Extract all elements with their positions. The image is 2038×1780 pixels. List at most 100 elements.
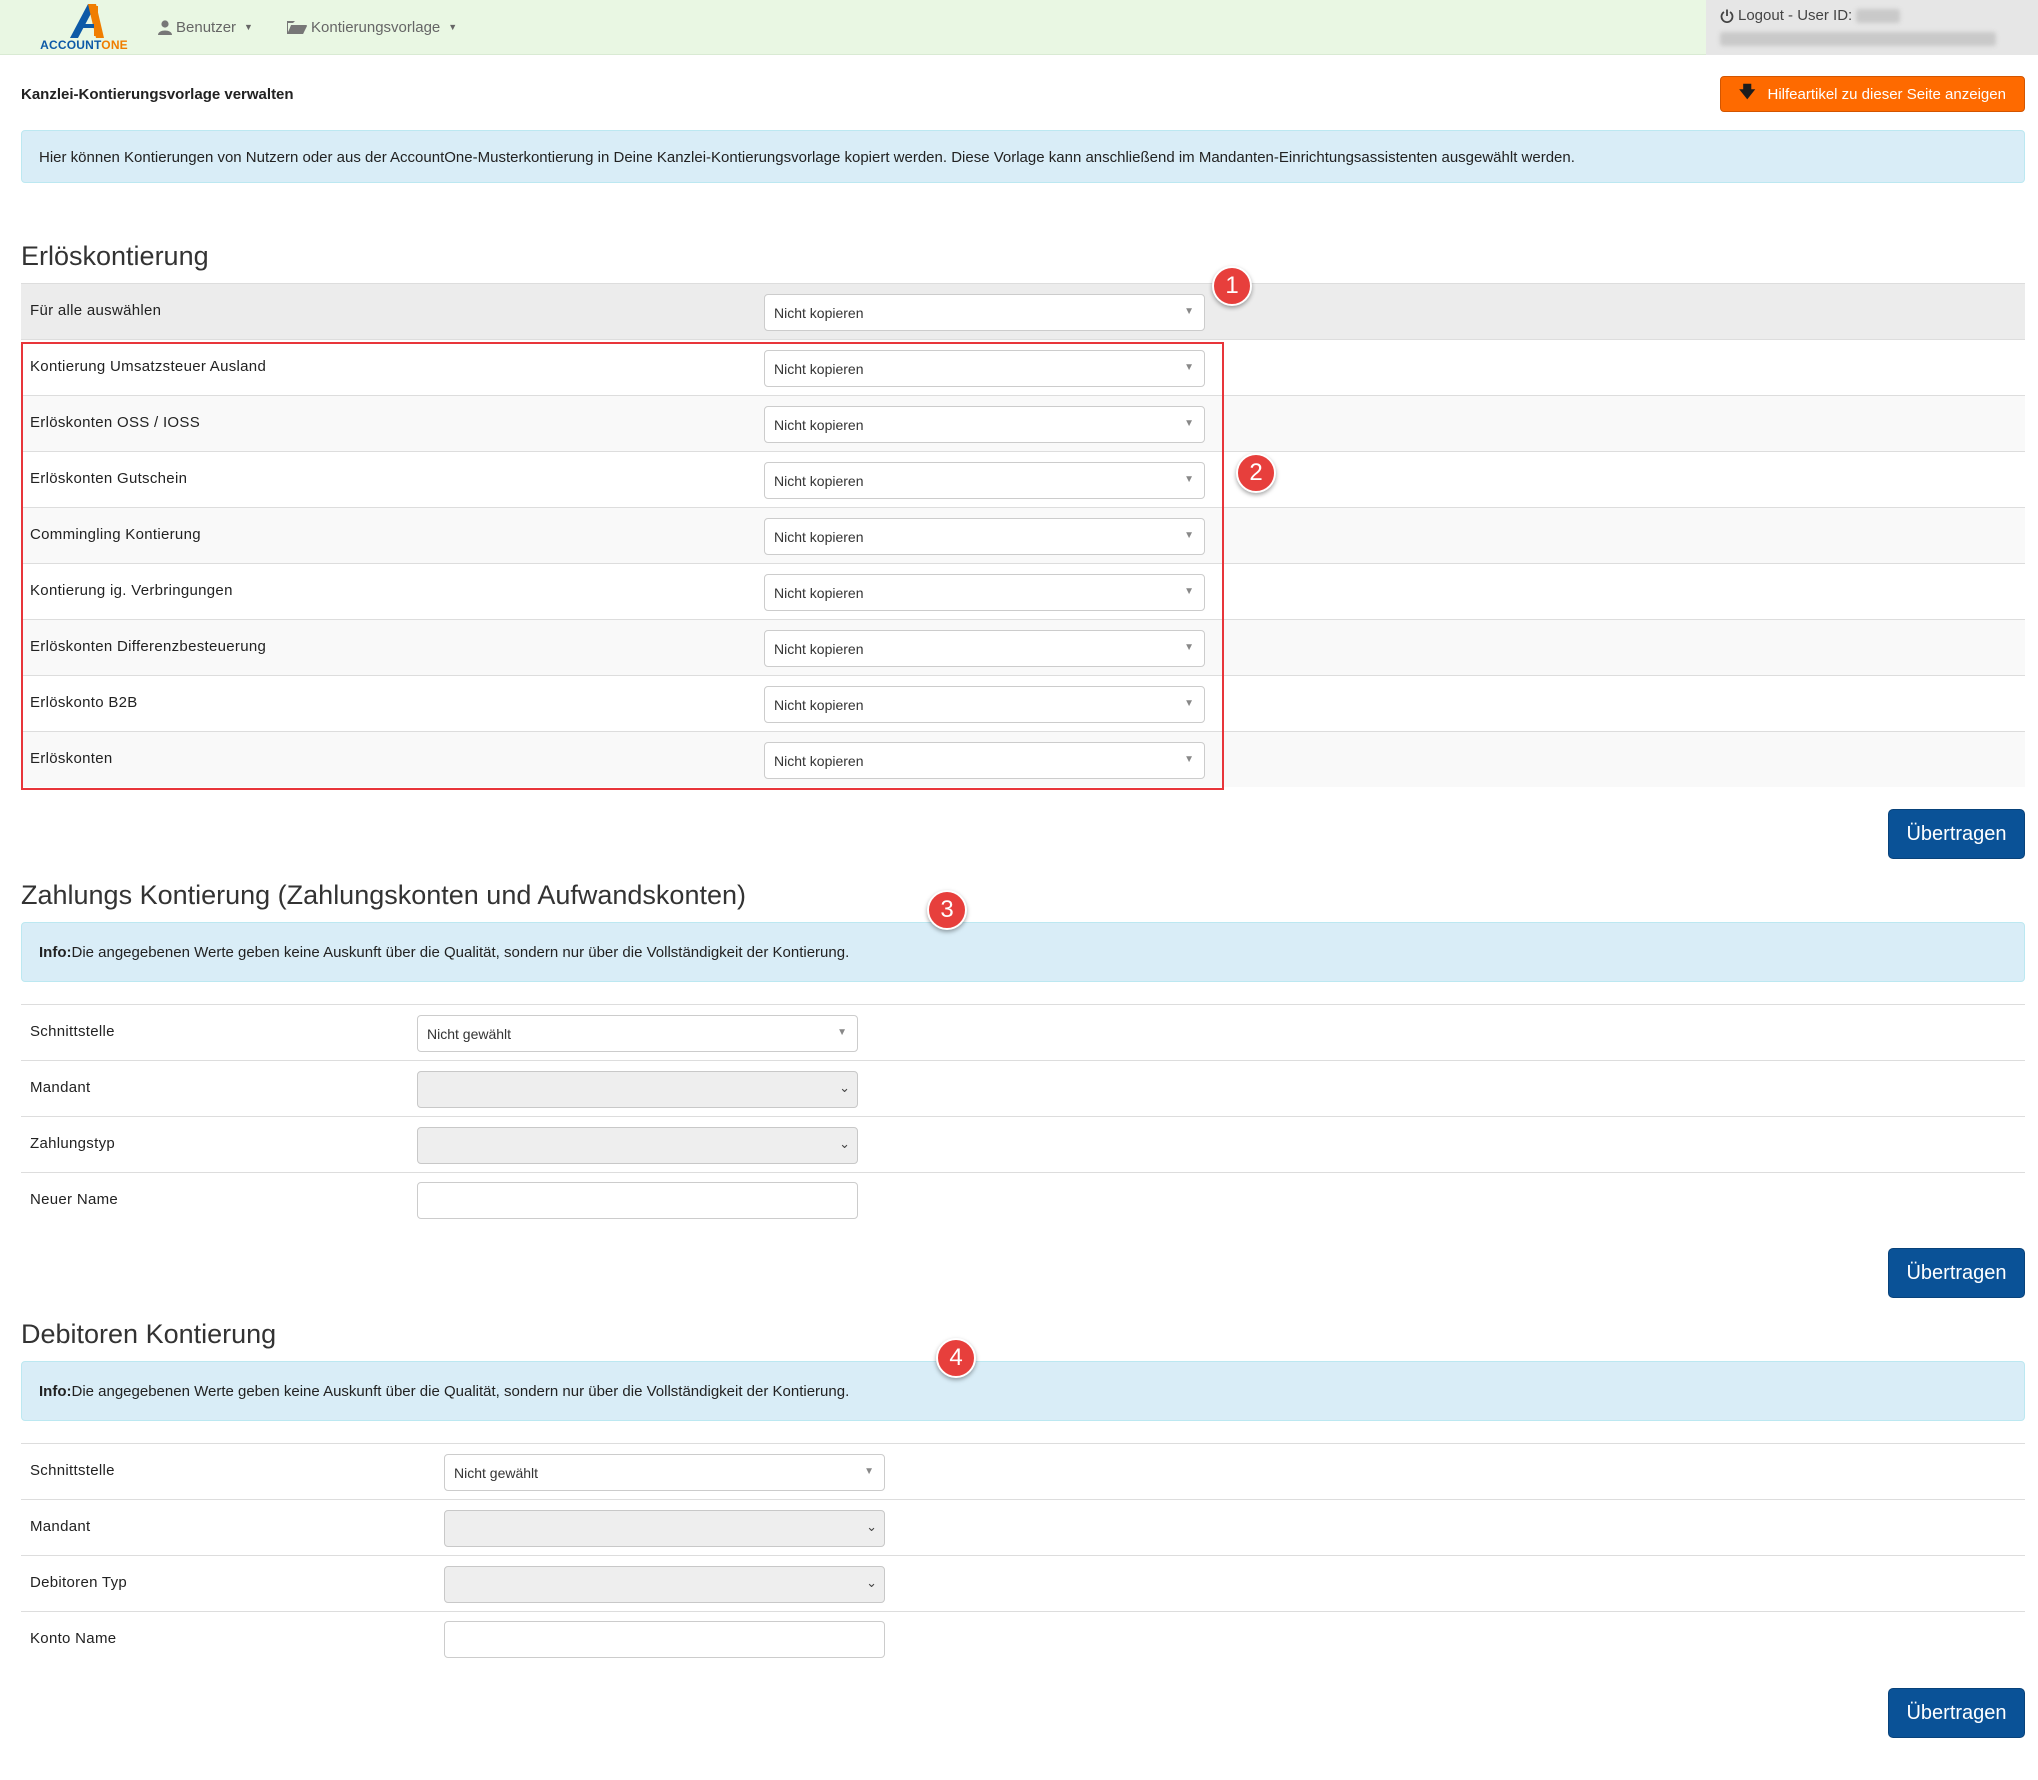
select-all-label: Für alle auswählen [30, 302, 162, 319]
page-title: Kanzlei-Kontierungsvorlage verwalten [21, 86, 294, 103]
user-panel: Logout - User ID: [1706, 0, 2038, 55]
debitoren-konto-name-label: Konto Name [30, 1630, 117, 1647]
accountone-logo[interactable]: ACCOUNTONE [36, 4, 132, 52]
zahlung-schnittstelle-dropdown[interactable]: Nicht gewählt ▼ [417, 1015, 858, 1052]
erloes-row: Kontierung Umsatzsteuer Ausland Nicht ko… [21, 339, 2025, 395]
erloes-row-label: Erlöskonten OSS / IOSS [30, 414, 201, 431]
debitoren-schnittstelle-label: Schnittstelle [30, 1462, 115, 1479]
erloes-row-label: Kontierung Umsatzsteuer Ausland [30, 358, 267, 375]
nav-benutzer-dropdown[interactable]: Benutzer ▼ [158, 16, 253, 38]
erloes-row-value: Nicht kopieren [774, 529, 864, 545]
zahlung-row-mandant: Mandant ⌄ [21, 1060, 2025, 1116]
caret-down-icon: ▼ [448, 22, 458, 32]
select-all-value: Nicht kopieren [774, 305, 864, 321]
caret-down-icon: ▼ [837, 1027, 847, 1038]
zahlung-mandant-select[interactable]: ⌄ [417, 1071, 858, 1108]
user-email-blurred [1720, 32, 1996, 51]
user-id-blurred [1856, 8, 1901, 23]
zahlung-row-schnittstelle: Schnittstelle Nicht gewählt ▼ [21, 1004, 2025, 1060]
erloes-row-dropdown[interactable]: Nicht kopieren ▼ [764, 630, 1205, 667]
chevron-down-icon: ⌄ [866, 1519, 877, 1534]
erloes-row: Erlöskonten OSS / IOSS Nicht kopieren ▼ [21, 395, 2025, 451]
erloes-row-label: Kontierung ig. Verbringungen [30, 582, 233, 599]
erloes-submit-button[interactable]: Übertragen [1888, 809, 2025, 859]
annotation-badge-1: 1 [1212, 266, 1252, 306]
info-bold-label: Info: [39, 1383, 72, 1400]
erloes-row-label: Erlöskonten [30, 750, 113, 767]
folder-open-icon [287, 20, 307, 34]
zahlung-mandant-label: Mandant [30, 1079, 91, 1096]
erloes-row: Erlöskonten Nicht kopieren ▼ [21, 731, 2025, 787]
erloes-row-label: Commingling Kontierung [30, 526, 201, 543]
erloes-row-value: Nicht kopieren [774, 697, 864, 713]
debitoren-mandant-select[interactable]: ⌄ [444, 1510, 885, 1547]
debitoren-schnittstelle-dropdown[interactable]: Nicht gewählt ▼ [444, 1454, 885, 1491]
section-title-zahlung: Zahlungs Kontierung (Zahlungskonten und … [21, 880, 746, 910]
info-banner: Hier können Kontierungen von Nutzern ode… [21, 130, 2025, 183]
help-article-button[interactable]: 🡇 Hilfeartikel zu dieser Seite anzeigen [1720, 76, 2025, 112]
top-navbar: ACCOUNTONE Benutzer ▼ Kontierungsvorlage… [0, 0, 2038, 55]
debitoren-info-box: Info:Die angegebenen Werte geben keine A… [21, 1361, 2025, 1421]
nav-kontierungsvorlage-dropdown[interactable]: Kontierungsvorlage ▼ [287, 16, 457, 38]
erloes-row-label: Erlöskonto B2B [30, 694, 138, 711]
annotation-badge-4: 4 [936, 1338, 976, 1378]
erloes-row-dropdown[interactable]: Nicht kopieren ▼ [764, 350, 1205, 387]
logo-text: ACCOUNTONE [40, 38, 128, 52]
debitoren-row-schnittstelle: Schnittstelle Nicht gewählt ▼ [21, 1443, 2025, 1499]
section-title-erloes: Erlöskontierung [21, 241, 209, 271]
zahlung-zahlungstyp-select[interactable]: ⌄ [417, 1127, 858, 1164]
zahlung-info-box: Info:Die angegebenen Werte geben keine A… [21, 922, 2025, 982]
zahlung-neuer-name-input[interactable] [417, 1182, 858, 1219]
debitoren-row-mandant: Mandant ⌄ [21, 1499, 2025, 1555]
zahlung-schnittstelle-label: Schnittstelle [30, 1023, 115, 1040]
debitoren-row-typ: Debitoren Typ ⌄ [21, 1555, 2025, 1611]
help-article-label: Hilfeartikel zu dieser Seite anzeigen [1767, 85, 2006, 103]
logout-link[interactable]: Logout - User ID: [1720, 7, 1901, 24]
chevron-down-icon: ⌄ [866, 1575, 877, 1590]
zahlung-zahlungstyp-label: Zahlungstyp [30, 1135, 116, 1152]
annotation-badge-3: 3 [927, 890, 967, 930]
erloes-row: Commingling Kontierung Nicht kopieren ▼ [21, 507, 2025, 563]
debitoren-submit-button[interactable]: Übertragen [1888, 1688, 2025, 1738]
debitoren-mandant-label: Mandant [30, 1518, 91, 1535]
debitoren-konto-name-input[interactable] [444, 1621, 885, 1658]
caret-down-icon: ▼ [1184, 474, 1194, 485]
erloes-row-value: Nicht kopieren [774, 641, 864, 657]
erloes-row-value: Nicht kopieren [774, 417, 864, 433]
section-title-debitoren: Debitoren Kontierung [21, 1319, 277, 1349]
user-icon [158, 19, 172, 35]
erloes-row-dropdown[interactable]: Nicht kopieren ▼ [764, 574, 1205, 611]
zahlung-neuer-name-label: Neuer Name [30, 1191, 119, 1208]
erloes-row-dropdown[interactable]: Nicht kopieren ▼ [764, 518, 1205, 555]
info-banner-text: Hier können Kontierungen von Nutzern ode… [39, 149, 1575, 166]
erloes-row-dropdown[interactable]: Nicht kopieren ▼ [764, 406, 1205, 443]
debitoren-row-konto-name: Konto Name [21, 1611, 2025, 1667]
erloes-row-dropdown[interactable]: Nicht kopieren ▼ [764, 686, 1205, 723]
annotation-badge-2: 2 [1236, 453, 1276, 493]
caret-down-icon: ▼ [1184, 754, 1194, 765]
debitoren-schnittstelle-value: Nicht gewählt [454, 1465, 539, 1481]
erloes-row-dropdown[interactable]: Nicht kopieren ▼ [764, 462, 1205, 499]
erloes-row-value: Nicht kopieren [774, 753, 864, 769]
select-all-dropdown[interactable]: Nicht kopieren ▼ [764, 294, 1205, 331]
caret-down-icon: ▼ [1184, 418, 1194, 429]
debitoren-typ-select[interactable]: ⌄ [444, 1566, 885, 1603]
caret-down-icon: ▼ [1184, 698, 1194, 709]
erloes-row-dropdown[interactable]: Nicht kopieren ▼ [764, 742, 1205, 779]
erloes-row-label: Erlöskonten Gutschein [30, 470, 188, 487]
arrow-down-icon: 🡇 [1739, 83, 1756, 101]
chevron-down-icon: ⌄ [839, 1136, 850, 1151]
zahlung-schnittstelle-value: Nicht gewählt [427, 1026, 512, 1042]
caret-down-icon: ▼ [244, 22, 253, 32]
info-bold-label: Info: [39, 944, 72, 961]
zahlung-submit-button[interactable]: Übertragen [1888, 1248, 2025, 1298]
caret-down-icon: ▼ [1184, 362, 1194, 373]
caret-down-icon: ▼ [1184, 586, 1194, 597]
zahlung-row-zahlungstyp: Zahlungstyp ⌄ [21, 1116, 2025, 1172]
erloes-row: Erlöskonto B2B Nicht kopieren ▼ [21, 675, 2025, 731]
power-icon [1720, 9, 1734, 23]
erloes-row: Erlöskonten Differenzbesteuerung Nicht k… [21, 619, 2025, 675]
caret-down-icon: ▼ [1184, 306, 1194, 317]
logout-label: Logout - User ID: [1738, 7, 1853, 24]
caret-down-icon: ▼ [1184, 642, 1194, 653]
